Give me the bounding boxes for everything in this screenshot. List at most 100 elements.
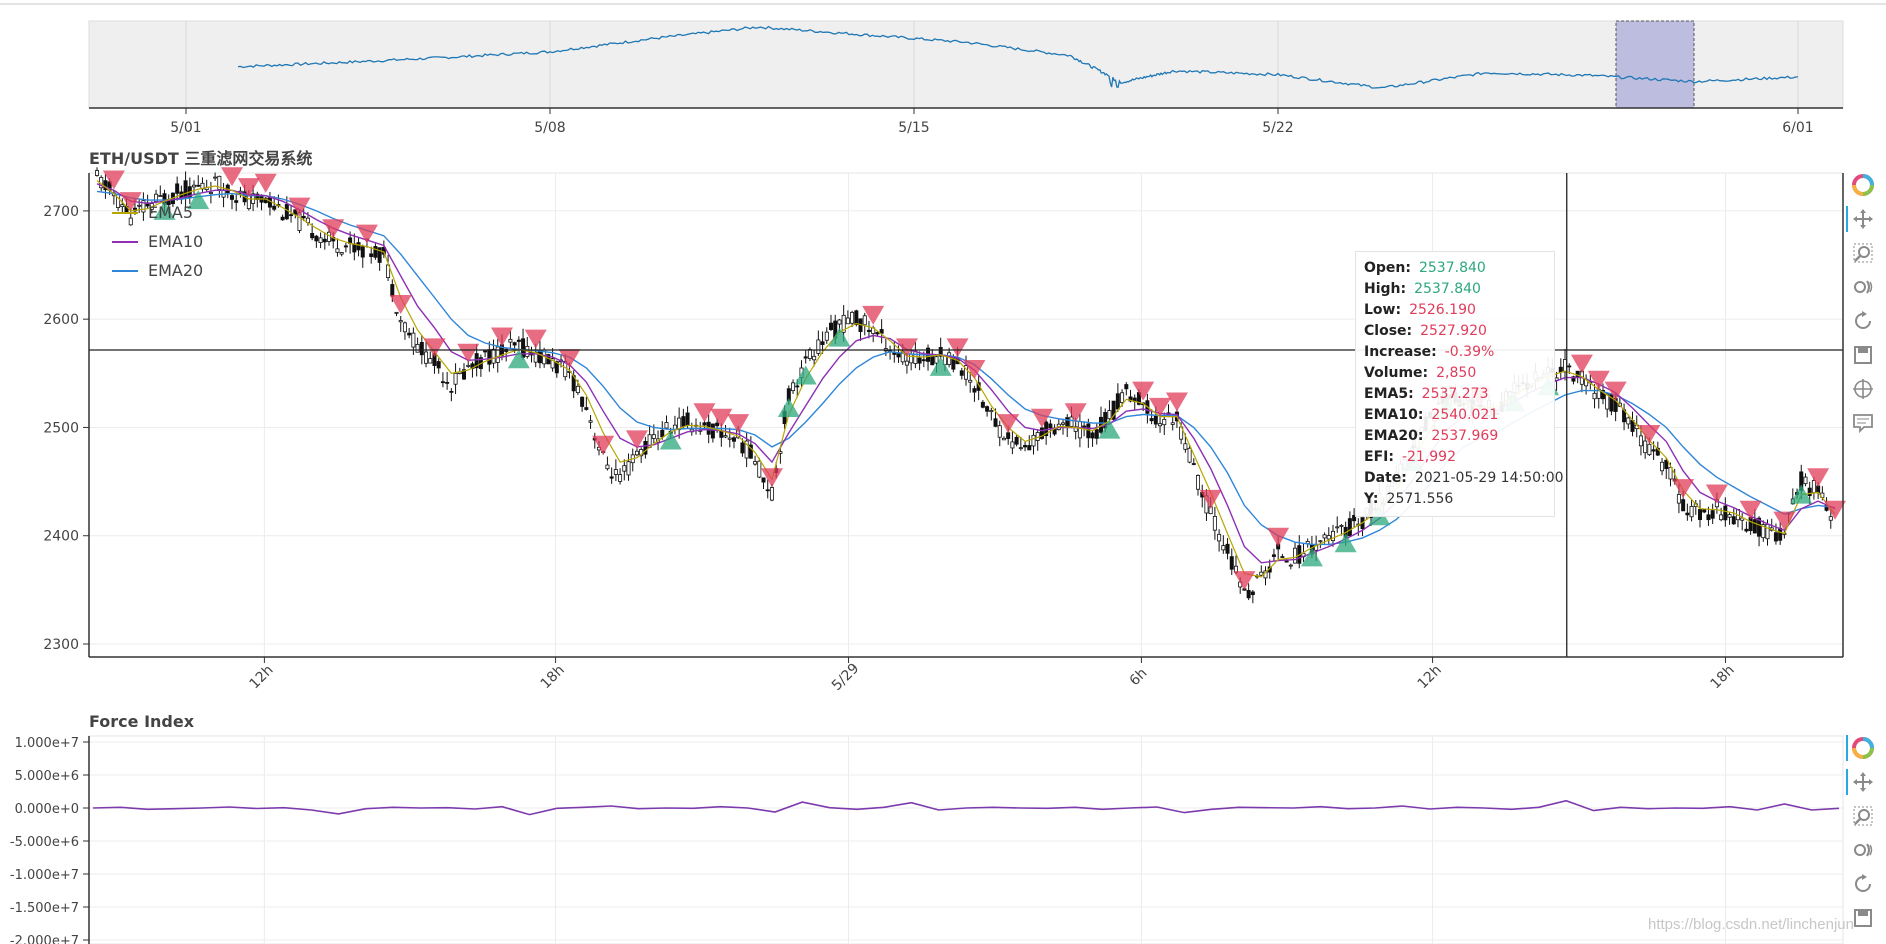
- reset-tool-button[interactable]: [1848, 304, 1878, 338]
- candle-body: [1326, 535, 1331, 540]
- candle-body: [1225, 543, 1230, 554]
- range-overview[interactable]: 5/01 5/08 5/15 5/22 6/01: [88, 20, 1844, 136]
- candle-body: [917, 357, 922, 364]
- candle-body: [761, 477, 766, 483]
- candle-body: [824, 331, 829, 341]
- candle-body: [618, 474, 623, 482]
- candle-body: [651, 434, 656, 439]
- tooltip-key: EFI:: [1364, 449, 1394, 465]
- pan-icon: [1852, 771, 1874, 793]
- candle-body: [702, 422, 707, 426]
- candle-body: [373, 246, 378, 258]
- candle-body: [1681, 499, 1686, 512]
- candle-body: [723, 435, 728, 438]
- main-chart-title: ETH/USDT 三重滤网交易系统: [89, 149, 312, 168]
- candle-body: [1120, 392, 1125, 403]
- tooltip-row: Low: 2526.190: [1364, 300, 1546, 321]
- candle-body: [1293, 547, 1298, 564]
- candle-body: [1217, 533, 1222, 542]
- save-tool-button[interactable]: [1848, 338, 1878, 372]
- candle-body: [816, 339, 821, 354]
- candle-body: [398, 320, 403, 323]
- legend-item-ema10[interactable]: EMA10: [112, 227, 203, 256]
- candle-body: [1626, 417, 1631, 425]
- candle-body: [1191, 463, 1196, 465]
- candle-body: [1698, 509, 1703, 520]
- candle-body: [837, 319, 842, 325]
- candle-body: [521, 338, 526, 358]
- candle-body: [343, 245, 348, 248]
- candle-body: [1250, 591, 1255, 596]
- main-y-tick-label: 2700: [43, 204, 79, 220]
- box-zoom-icon: [1852, 805, 1874, 827]
- candle-body: [402, 322, 407, 333]
- candle-body: [791, 382, 796, 392]
- candle-body: [1246, 590, 1251, 599]
- candle-body: [1271, 554, 1276, 557]
- candle-body: [1664, 459, 1669, 470]
- tooltip-key: Increase:: [1364, 344, 1437, 360]
- reset-tool-button[interactable]: [1848, 867, 1878, 901]
- candle-body: [626, 461, 631, 476]
- candle-body: [415, 344, 420, 353]
- box-zoom-tool-button[interactable]: [1848, 799, 1878, 833]
- candle-body: [267, 197, 272, 208]
- bokeh-logo-tool-button[interactable]: [1848, 168, 1878, 202]
- main-y-tick-label: 2400: [43, 529, 79, 545]
- force-toolbar: [1846, 731, 1878, 935]
- candle-body: [1158, 423, 1163, 427]
- candle-body: [1149, 418, 1154, 422]
- candle-body: [1229, 556, 1234, 570]
- tooltip-key: Y:: [1364, 491, 1379, 507]
- wheel-zoom-tool-button[interactable]: [1848, 833, 1878, 867]
- tooltip-row: Y: 2571.556: [1364, 489, 1546, 510]
- candle-body: [727, 437, 732, 440]
- box-zoom-icon: [1852, 242, 1874, 264]
- range-selection-box[interactable]: [1615, 20, 1695, 109]
- candle-body: [1558, 366, 1563, 373]
- box-zoom-tool-button[interactable]: [1848, 236, 1878, 270]
- candle-body: [1170, 422, 1175, 425]
- force-index-chart[interactable]: 1.000e+7 5.000e+6 0.000e+0 -5.000e+6 -1.000e…: [10, 735, 1844, 944]
- candle-body: [335, 248, 340, 253]
- candle-body: [419, 342, 424, 356]
- candle-body: [428, 358, 433, 364]
- tooltip-value: -21,992: [1401, 449, 1456, 465]
- candle-body: [997, 425, 1002, 438]
- candle-body: [1027, 445, 1032, 451]
- range-x-ticks: 5/01 5/08 5/15 5/22 6/01: [170, 108, 1814, 136]
- legend-item-ema5[interactable]: EMA5: [112, 198, 203, 227]
- pan-tool-button[interactable]: [1846, 202, 1878, 236]
- candle-body: [715, 422, 720, 427]
- crosshair-tool-button[interactable]: [1848, 372, 1878, 406]
- candle-body: [1723, 505, 1728, 521]
- save-icon: [1852, 907, 1874, 929]
- candle-body: [1124, 384, 1129, 390]
- legend-item-ema20[interactable]: EMA20: [112, 256, 203, 285]
- candle-body: [1778, 527, 1783, 541]
- bokeh-logo-tool-button[interactable]: [1846, 731, 1878, 765]
- tooltip-row: Date: 2021-05-29 14:50:00: [1364, 468, 1564, 489]
- tooltip-row: EFI: -21,992: [1364, 447, 1546, 468]
- candle-body: [436, 361, 441, 369]
- candle-body: [1752, 519, 1757, 534]
- tooltip-value: 2526.190: [1409, 302, 1476, 318]
- candle-body: [947, 352, 952, 365]
- candle-body: [660, 429, 665, 438]
- wheel-zoom-tool-button[interactable]: [1848, 270, 1878, 304]
- tooltip-row: EMA5: 2537.273: [1364, 384, 1546, 405]
- candle-body: [985, 406, 990, 412]
- legend-label-ema20: EMA20: [148, 261, 204, 280]
- candle-body: [196, 184, 201, 187]
- hover-tool-button[interactable]: [1848, 406, 1878, 440]
- candle-body: [613, 469, 618, 475]
- pan-tool-button[interactable]: [1846, 765, 1878, 799]
- candle-body: [1318, 540, 1323, 543]
- pan-icon: [1852, 208, 1874, 230]
- main-x-tick-label: 18h: [538, 662, 568, 692]
- candle-body: [1196, 475, 1201, 490]
- force-y-tick-label: 5.000e+6: [15, 769, 79, 784]
- main-price-chart[interactable]: 2300 2400 2500 2600 2700 12h 18h 5/29 6h 12h 18h: [43, 167, 1846, 694]
- candle-body: [968, 379, 973, 383]
- force-y-tick-label: 0.000e+0: [15, 802, 79, 817]
